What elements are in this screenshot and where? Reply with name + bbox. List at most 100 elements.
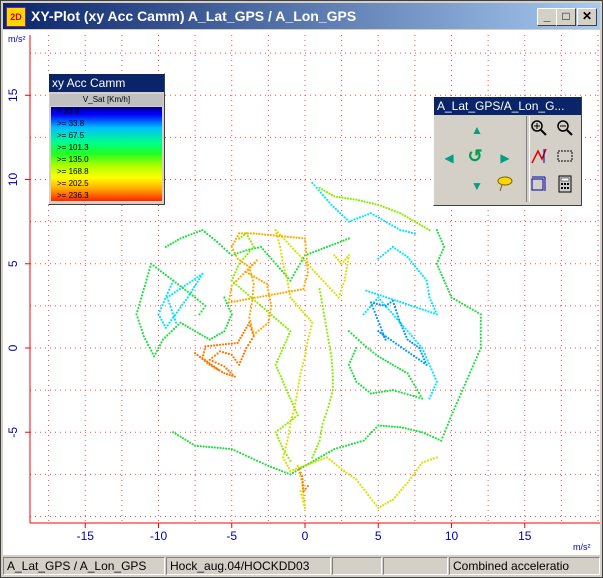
- data-point: [289, 245, 292, 248]
- data-point: [287, 242, 290, 246]
- toolbox-title[interactable]: A_Lat_GPS/A_Lon_G...: [434, 97, 581, 115]
- data-point: [311, 181, 314, 184]
- data-point: [331, 378, 334, 382]
- data-point: [160, 318, 163, 321]
- arrow-down-icon[interactable]: ▼: [468, 177, 486, 195]
- data-point: [463, 383, 466, 386]
- data-point: [181, 303, 184, 307]
- data-point: [245, 346, 248, 350]
- data-point: [256, 459, 259, 462]
- data-point: [303, 358, 306, 361]
- data-point: [278, 372, 281, 375]
- close-button[interactable]: ✕: [577, 8, 597, 26]
- data-point: [365, 491, 368, 494]
- data-point: [293, 405, 296, 409]
- data-point: [164, 273, 167, 277]
- data-point: [474, 359, 477, 362]
- select-rect-icon[interactable]: [556, 147, 574, 165]
- maximize-button[interactable]: □: [556, 8, 576, 26]
- data-point: [326, 331, 329, 334]
- data-point: [343, 216, 346, 219]
- app-2d-icon[interactable]: 2D: [6, 7, 26, 27]
- data-point: [164, 297, 167, 301]
- data-point: [297, 265, 300, 268]
- minimize-button[interactable]: _: [537, 8, 557, 26]
- data-point: [290, 400, 293, 403]
- data-point: [250, 457, 253, 460]
- color-legend-panel[interactable]: xy Acc Camm V_Sat [Km/h] < 33.8 >= 33.8 …: [48, 73, 165, 205]
- data-point: [419, 394, 422, 397]
- data-point: [323, 318, 326, 321]
- data-point: [344, 197, 347, 200]
- data-point: [408, 217, 412, 220]
- data-point: [260, 245, 263, 248]
- toolbox-panel[interactable]: A_Lat_GPS/A_Lon_G... ▲ ◀ ↺ ▶ ▼: [433, 96, 582, 206]
- scale-y-icon[interactable]: [530, 147, 548, 165]
- data-point: [350, 219, 353, 222]
- data-point: [309, 462, 312, 465]
- reset-icon[interactable]: ↺: [466, 147, 484, 165]
- data-point: [247, 344, 250, 347]
- data-point: [323, 189, 326, 192]
- arrow-left-icon[interactable]: ◀: [440, 149, 458, 167]
- data-point: [189, 441, 192, 444]
- calculator-icon[interactable]: [556, 175, 574, 193]
- data-point: [242, 331, 245, 334]
- legend-title[interactable]: xy Acc Camm: [49, 74, 164, 92]
- data-point: [394, 247, 397, 250]
- data-point: [393, 210, 396, 213]
- data-point: [327, 341, 331, 344]
- legend-row: >= 135.0: [57, 155, 89, 164]
- arrow-right-icon[interactable]: ▶: [496, 149, 514, 167]
- data-point: [281, 470, 284, 473]
- plot-area[interactable]: -15 -10 -5 0 5 10 15 -5 0 5 10 15 m/s² m/s² xy Acc …: [3, 30, 600, 555]
- data-point: [439, 271, 442, 274]
- data-point: [273, 293, 276, 296]
- fit-icon[interactable]: [530, 175, 548, 193]
- data-point: [330, 355, 333, 358]
- zoom-in-icon[interactable]: [530, 119, 548, 137]
- data-point: [326, 335, 329, 338]
- data-point: [301, 481, 304, 484]
- data-point: [303, 355, 307, 358]
- data-point: [455, 402, 458, 405]
- data-point: [389, 338, 393, 342]
- data-point: [314, 448, 318, 451]
- lasso-icon[interactable]: [496, 175, 514, 193]
- data-point: [364, 388, 368, 391]
- data-point: [221, 351, 225, 354]
- data-point: [354, 377, 357, 380]
- data-point: [302, 311, 305, 314]
- data-point: [219, 446, 222, 450]
- data-point: [208, 338, 211, 341]
- data-point: [289, 459, 292, 462]
- data-point: [140, 297, 143, 300]
- data-point: [466, 377, 469, 380]
- data-point: [421, 308, 424, 311]
- data-point: [234, 271, 237, 274]
- data-point: [233, 240, 236, 243]
- data-point: [285, 291, 288, 294]
- title-bar[interactable]: 2D XY-Plot (xy Acc Camm) A_Lat_GPS / A_L…: [3, 3, 600, 29]
- data-point: [253, 458, 256, 461]
- data-point: [342, 239, 345, 242]
- data-point: [173, 318, 177, 321]
- zoom-out-icon[interactable]: [556, 119, 574, 137]
- data-point: [343, 469, 346, 473]
- data-point: [286, 421, 289, 424]
- data-point: [372, 302, 375, 305]
- data-point: [320, 277, 323, 280]
- data-point: [149, 265, 152, 268]
- data-point: [419, 349, 422, 352]
- data-point: [227, 304, 230, 307]
- data-point: [188, 281, 191, 284]
- data-point: [260, 279, 263, 283]
- data-point: [328, 201, 331, 204]
- data-point: [292, 409, 295, 412]
- arrow-up-icon[interactable]: ▲: [468, 121, 486, 139]
- data-point: [331, 389, 334, 392]
- data-point: [144, 281, 147, 284]
- data-point: [338, 293, 341, 296]
- data-point: [137, 306, 140, 310]
- data-point: [136, 316, 139, 319]
